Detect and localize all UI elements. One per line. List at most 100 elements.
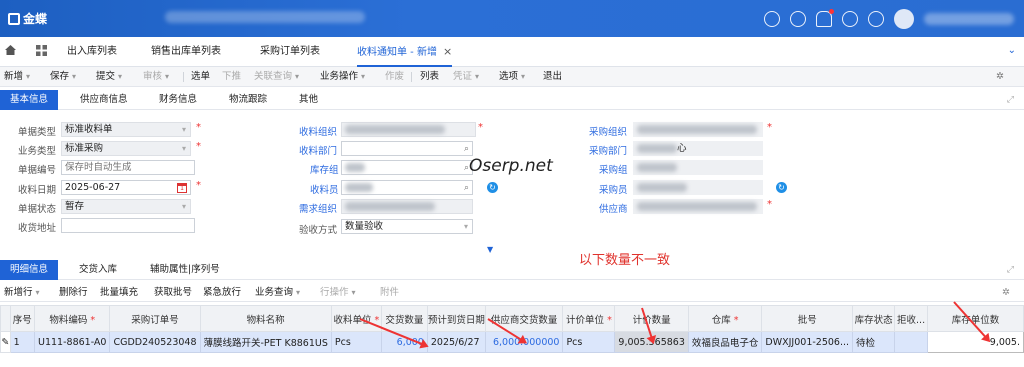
tab-purchase-order-list[interactable]: 采购订单列表 <box>260 37 320 67</box>
tab-supplier-info[interactable]: 供应商信息 <box>80 90 128 110</box>
grid-header-cell[interactable]: 收料单位 * <box>330 305 382 332</box>
cell-stock-unit-qty[interactable]: 9,005. <box>926 331 1024 353</box>
cell-po-number[interactable]: CGDD240523048 <box>109 331 201 353</box>
attachment-button[interactable]: 附件 <box>380 283 399 303</box>
download-icon[interactable] <box>790 11 806 27</box>
supplier-field[interactable] <box>633 199 763 214</box>
options-button[interactable]: 选项 ▾ <box>499 67 525 87</box>
tab-delivery-stock[interactable]: 交货入库 <box>79 260 117 280</box>
edit-row-icon[interactable]: ✎ <box>0 331 11 353</box>
search-icon[interactable]: ⌕ <box>464 182 469 195</box>
tab-basic-info[interactable]: 基本信息 <box>0 90 59 110</box>
tab-stock-io-list[interactable]: 出入库列表 <box>67 37 117 67</box>
collapse-icon[interactable]: ▼ <box>487 245 493 254</box>
user-name-redacted[interactable] <box>924 13 1014 25</box>
refresh-icon[interactable]: ↻ <box>487 182 498 193</box>
voucher-button[interactable]: 凭证 ▾ <box>453 67 479 87</box>
purchase-group-field[interactable] <box>633 160 763 175</box>
row-ops-button[interactable]: 行操作 ▾ <box>320 283 356 303</box>
help-icon[interactable] <box>842 11 858 27</box>
cell-receive-unit[interactable]: Pcs <box>330 331 382 353</box>
home-icon[interactable] <box>5 45 16 55</box>
cell-reject[interactable] <box>894 331 928 353</box>
tab-detail-info[interactable]: 明细信息 <box>0 260 59 280</box>
urgent-release-button[interactable]: 紧急放行 <box>203 283 241 303</box>
related-query-button[interactable]: 关联查询 ▾ <box>254 67 299 87</box>
grid-header-cell[interactable]: 物料编码 * <box>34 305 111 332</box>
expand-icon[interactable]: ⤢ <box>1007 95 1014 105</box>
search-icon[interactable]: ⌕ <box>464 143 469 156</box>
purchase-dept-field[interactable]: 心 <box>633 141 763 156</box>
more-icon[interactable] <box>868 11 884 27</box>
demand-org-field[interactable] <box>341 199 473 214</box>
audit-button[interactable]: 审核 ▾ <box>143 67 169 87</box>
business-query-button[interactable]: 业务查询 ▾ <box>255 283 300 303</box>
select-bill-button[interactable]: 选单 <box>191 67 210 87</box>
new-button[interactable]: 新增 ▾ <box>4 67 30 87</box>
chevron-down-icon[interactable]: ⌄ <box>1008 45 1016 56</box>
search-icon[interactable] <box>764 11 780 27</box>
bill-type-select[interactable]: 标准收料单 ▾ <box>61 122 191 137</box>
tab-label: 辅助属性|序列号 <box>150 264 220 275</box>
tab-sales-out-list[interactable]: 销售出库单列表 <box>151 37 221 67</box>
grid-header-cell[interactable]: 计价数量 <box>614 305 689 332</box>
cell-material-code[interactable]: U111-8861-A0 <box>34 331 111 353</box>
receive-dept-field[interactable]: ⌕ <box>341 141 473 156</box>
grid-header-cell[interactable]: 供应商交货数量 <box>484 305 564 332</box>
settings-icon[interactable]: ✲ <box>1002 283 1010 303</box>
exit-button[interactable]: 退出 <box>543 67 562 87</box>
business-ops-button[interactable]: 业务操作 ▾ <box>320 67 365 87</box>
receive-org-field[interactable] <box>341 122 476 137</box>
add-row-button[interactable]: 新增行 ▾ <box>4 283 40 303</box>
cell-lot-no[interactable]: DWXJJ001-2506... <box>761 331 854 353</box>
tab-logistics[interactable]: 物流跟踪 <box>229 90 267 110</box>
grid-header-cell[interactable]: 采购订单号 <box>109 305 201 332</box>
cell-seq[interactable]: 1 <box>9 331 36 353</box>
biz-type-select[interactable]: 标准采购 ▾ <box>61 141 191 156</box>
delete-row-button[interactable]: 删除行 <box>59 283 88 303</box>
submit-button[interactable]: 提交 ▾ <box>96 67 122 87</box>
tab-other[interactable]: 其他 <box>299 90 318 110</box>
grid-header-cell[interactable]: 物料名称 <box>199 305 332 332</box>
tab-finance-info[interactable]: 财务信息 <box>159 90 197 110</box>
cell-expected-date[interactable]: 2025/6/27 <box>426 331 486 353</box>
close-icon[interactable]: × <box>443 45 452 58</box>
grid-header-cell[interactable]: 计价单位 * <box>562 305 616 332</box>
batch-fill-button[interactable]: 批量填充 <box>100 283 138 303</box>
stock-group-field[interactable]: ⌕ <box>341 160 473 175</box>
cell-warehouse[interactable]: 效福良品电子仓 <box>687 331 763 353</box>
cell-material-name[interactable]: 薄膜线路开关-PET K8861US <box>199 331 332 353</box>
apps-grid-icon[interactable] <box>36 45 47 56</box>
receive-address-input[interactable] <box>61 218 195 233</box>
bell-icon[interactable] <box>816 9 834 27</box>
get-lot-button[interactable]: 获取批号 <box>154 283 192 303</box>
cell-stock-status[interactable]: 待检 <box>852 331 896 353</box>
grid-header-cell[interactable]: 预计到货日期 <box>426 305 486 332</box>
void-button[interactable]: 作废 <box>385 67 404 87</box>
push-down-button[interactable]: 下推 <box>222 67 241 87</box>
bill-no-input[interactable] <box>61 160 195 175</box>
grid-header-cell[interactable]: 拒收... <box>894 305 928 332</box>
tab-aux-serial[interactable]: 辅助属性|序列号 <box>150 260 220 280</box>
calendar-icon[interactable]: 1 <box>177 183 187 193</box>
grid-header-cell[interactable]: 仓库 * <box>687 305 763 332</box>
tab-receive-notice-new[interactable]: 收料通知单 - 新增 × <box>357 37 453 67</box>
list-button[interactable]: 列表 <box>420 67 439 87</box>
receiver-field[interactable]: ⌕ <box>341 180 473 195</box>
grid-header-cell[interactable]: 库存状态 <box>852 305 896 332</box>
cell-price-unit[interactable]: Pcs <box>562 331 616 353</box>
expand-icon[interactable]: ⤢ <box>1007 265 1014 275</box>
avatar[interactable] <box>894 9 914 29</box>
inspect-method-select[interactable]: 数量验收 ▾ <box>341 219 473 234</box>
purchaser-field[interactable] <box>633 180 763 195</box>
settings-icon[interactable]: ✲ <box>996 67 1004 87</box>
purchase-org-field[interactable] <box>633 122 763 137</box>
field-value: 心 <box>677 143 687 154</box>
app-logo[interactable]: 金蝶 <box>8 10 47 27</box>
receive-date-picker[interactable]: 2025-06-27 1 <box>61 180 191 195</box>
grid-header-cell[interactable]: 序号 <box>9 305 36 332</box>
grid-header-cell[interactable]: 交货数量 <box>380 305 428 332</box>
grid-header-cell[interactable]: 批号 <box>761 305 854 332</box>
save-button[interactable]: 保存 ▾ <box>50 67 76 87</box>
refresh-icon[interactable]: ↻ <box>776 182 787 193</box>
